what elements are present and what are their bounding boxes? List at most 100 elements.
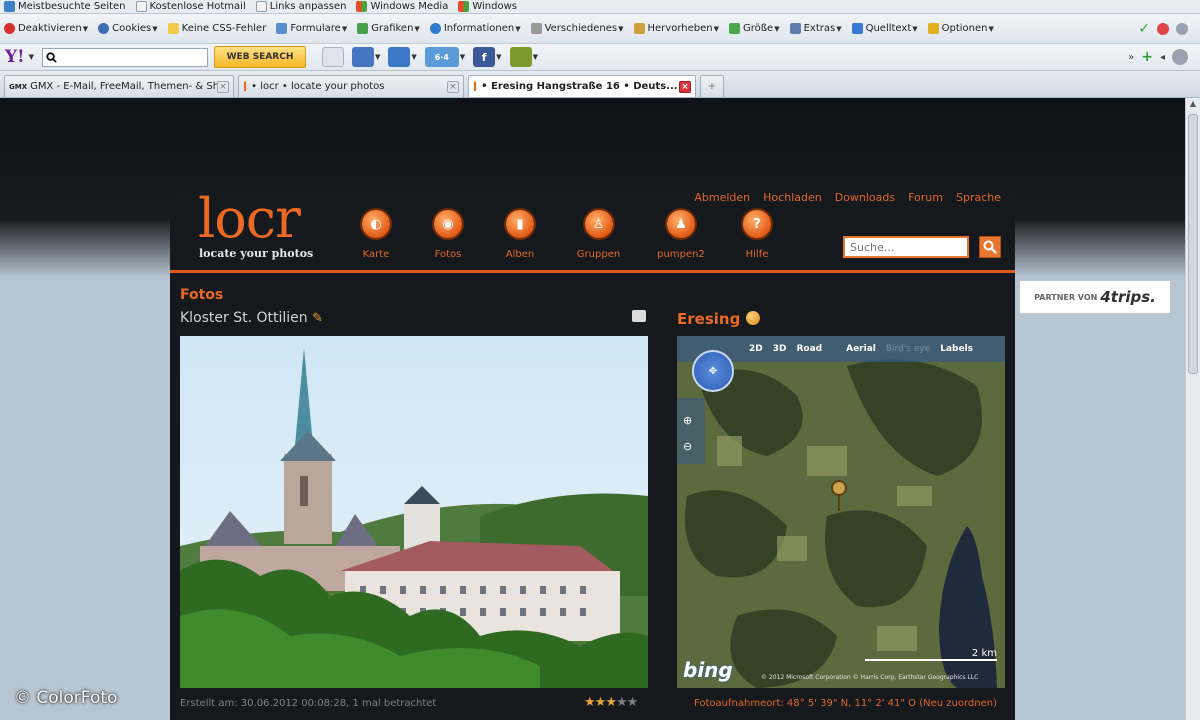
yahoo-search-box[interactable] bbox=[42, 47, 208, 67]
map-mode-3d[interactable]: 3D bbox=[773, 344, 787, 354]
menu-quelltext[interactable]: Quelltext ▼ bbox=[851, 23, 918, 34]
photo-location[interactable]: Fotoaufnahmeort: 48° 5' 39" N, 11° 2' 41… bbox=[694, 698, 997, 709]
menu-groesse[interactable]: Größe ▼ bbox=[728, 23, 780, 34]
menu-css[interactable]: Keine CSS-Fehler bbox=[167, 23, 266, 34]
nav-pumpen2[interactable]: ♟ pumpen2 bbox=[641, 208, 721, 260]
document-icon[interactable] bbox=[352, 47, 374, 67]
bookmark-links[interactable]: Links anpassen bbox=[255, 1, 346, 12]
yahoo-logo[interactable]: Y! bbox=[5, 47, 25, 67]
rating-stars[interactable]: ★★★★★ bbox=[584, 695, 639, 710]
error-icon[interactable] bbox=[1157, 22, 1169, 35]
tab-locr[interactable]: l • locr • locate your photos × bbox=[238, 75, 464, 97]
nav-hilfe[interactable]: ? Hilfe bbox=[721, 208, 793, 260]
locr-favicon-icon: l bbox=[243, 79, 248, 94]
nav-karte[interactable]: ◐ Karte bbox=[340, 208, 412, 260]
chevron-left-icon[interactable]: ◂ bbox=[1160, 52, 1165, 63]
menu-formulare[interactable]: Formulare ▼ bbox=[276, 23, 347, 34]
vertical-scrollbar[interactable]: ▲ bbox=[1185, 98, 1200, 720]
link-abmelden[interactable]: Abmelden bbox=[694, 191, 750, 204]
star-icon[interactable]: ★ bbox=[595, 695, 607, 710]
menu-deaktivieren[interactable]: Deaktivieren ▼ bbox=[4, 23, 88, 34]
dropdown-caret-icon[interactable]: ▼ bbox=[411, 53, 416, 61]
nav-gruppen[interactable]: ♙ Gruppen bbox=[556, 208, 641, 260]
star-icon[interactable]: ★ bbox=[605, 695, 617, 710]
scroll-up-icon[interactable]: ▲ bbox=[1186, 99, 1200, 113]
flickr-icon[interactable] bbox=[509, 47, 532, 67]
photo-kloster[interactable] bbox=[180, 336, 648, 688]
star-icon[interactable]: ★ bbox=[627, 695, 639, 710]
map-mode-aerial[interactable]: Aerial bbox=[846, 344, 876, 354]
menu-optionen[interactable]: Optionen ▼ bbox=[927, 23, 994, 34]
map-mode-labels[interactable]: Labels bbox=[940, 344, 973, 354]
map-icon: ◐ bbox=[360, 208, 392, 240]
map-mode-road[interactable]: Road bbox=[796, 344, 822, 354]
menu-hervorheben[interactable]: Hervorheben ▼ bbox=[633, 23, 719, 34]
bookmark-windows[interactable]: Windows bbox=[458, 1, 517, 12]
menu-verschiedenes[interactable]: Verschiedenes ▼ bbox=[530, 23, 624, 34]
dropdown-caret-icon: ▼ bbox=[341, 24, 348, 33]
star-icon[interactable]: ★ bbox=[616, 695, 628, 710]
link-downloads[interactable]: Downloads bbox=[835, 191, 895, 204]
scroll-thumb[interactable] bbox=[1188, 114, 1198, 374]
map-mode-2d[interactable]: 2D bbox=[749, 344, 763, 354]
zoom-in-icon[interactable]: ⊕ bbox=[683, 414, 692, 427]
menu-informationen[interactable]: Informationen ▼ bbox=[429, 23, 521, 34]
dropdown-caret-icon[interactable]: ▼ bbox=[375, 53, 380, 61]
globe-icon[interactable] bbox=[745, 311, 760, 325]
close-tab-icon[interactable]: × bbox=[679, 80, 691, 93]
close-tab-icon[interactable]: × bbox=[447, 80, 459, 93]
zoom-out-icon[interactable]: ⊖ bbox=[683, 440, 692, 453]
settings-gear-icon[interactable] bbox=[1172, 49, 1188, 65]
map-pan-control[interactable]: ✥ bbox=[692, 350, 734, 392]
chevron-right-icon[interactable]: » bbox=[1128, 52, 1134, 63]
options-gear-icon[interactable] bbox=[1176, 22, 1188, 35]
page-icon bbox=[255, 1, 267, 12]
menu-grafiken[interactable]: Grafiken ▼ bbox=[357, 23, 420, 34]
bookmark-most-visited[interactable]: Meistbesuchte Seiten bbox=[4, 1, 126, 12]
messenger-icon[interactable]: 6·4 bbox=[424, 47, 459, 67]
help-icon: ? bbox=[741, 208, 773, 240]
yahoo-search-input[interactable] bbox=[60, 51, 200, 63]
link-sprache[interactable]: Sprache bbox=[956, 191, 1001, 204]
link-forum[interactable]: Forum bbox=[908, 191, 943, 204]
dropdown-caret-icon[interactable]: ▼ bbox=[533, 53, 538, 61]
dropdown-caret-icon: ▼ bbox=[618, 24, 624, 33]
map-mode-birdseye[interactable]: Bird's eye bbox=[886, 344, 930, 354]
bookmark-windows-media[interactable]: Windows Media bbox=[356, 1, 448, 12]
nav-alben[interactable]: ▮ Alben bbox=[484, 208, 556, 260]
form-icon bbox=[276, 23, 288, 34]
new-tab-button[interactable]: + bbox=[700, 75, 724, 97]
mail-pen-icon[interactable] bbox=[322, 47, 344, 67]
menu-extras[interactable]: Extras ▼ bbox=[789, 23, 842, 34]
locr-site: locr locate your photos Abmelden Hochlad… bbox=[170, 188, 1015, 720]
aerial-map[interactable]: 2D 3D Road Aerial Bird's eye Labels ✥ ⊕ … bbox=[677, 336, 1005, 688]
dropdown-caret-icon[interactable]: ▼ bbox=[29, 53, 34, 61]
tab-gmx[interactable]: GMX GMX - E-Mail, FreeMail, Themen- & Sh… bbox=[4, 75, 234, 97]
dropdown-caret-icon: ▼ bbox=[152, 24, 158, 33]
dropdown-caret-icon[interactable]: ▼ bbox=[496, 53, 501, 61]
tab-eresing[interactable]: l • Eresing Hangstraße 16 • Deuts... × bbox=[468, 75, 696, 97]
close-tab-icon[interactable]: × bbox=[217, 80, 229, 93]
bookmark-hotmail[interactable]: Kostenlose Hotmail bbox=[135, 1, 246, 12]
web-developer-toolbar: Deaktivieren ▼ Cookies ▼ Keine CSS-Fehler … bbox=[0, 14, 1200, 44]
partner-banner[interactable]: PARTNER VON 4trips. bbox=[1020, 281, 1170, 313]
site-search-input[interactable] bbox=[843, 236, 969, 258]
locr-logo[interactable]: locr bbox=[198, 188, 301, 250]
dropdown-caret-icon: ▼ bbox=[713, 24, 719, 33]
dropdown-caret-icon[interactable]: ▼ bbox=[460, 53, 465, 61]
link-hochladen[interactable]: Hochladen bbox=[763, 191, 822, 204]
envelope-icon[interactable] bbox=[388, 47, 411, 67]
star-icon[interactable]: ★ bbox=[584, 695, 596, 710]
nav-fotos[interactable]: ◉ Fotos bbox=[412, 208, 484, 260]
edit-pencil-icon[interactable]: ✎ bbox=[312, 311, 323, 326]
info-icon bbox=[429, 23, 441, 34]
site-search-button[interactable] bbox=[979, 236, 1001, 258]
windows-icon bbox=[458, 1, 470, 12]
add-icon[interactable]: + bbox=[1141, 49, 1153, 65]
dropdown-caret-icon: ▼ bbox=[912, 24, 918, 33]
share-icon[interactable] bbox=[632, 310, 646, 322]
web-search-button[interactable]: WEB SEARCH bbox=[214, 46, 306, 68]
menu-cookies[interactable]: Cookies ▼ bbox=[98, 23, 158, 34]
facebook-icon[interactable]: f bbox=[473, 47, 496, 67]
map-title: Eresing bbox=[677, 310, 760, 328]
